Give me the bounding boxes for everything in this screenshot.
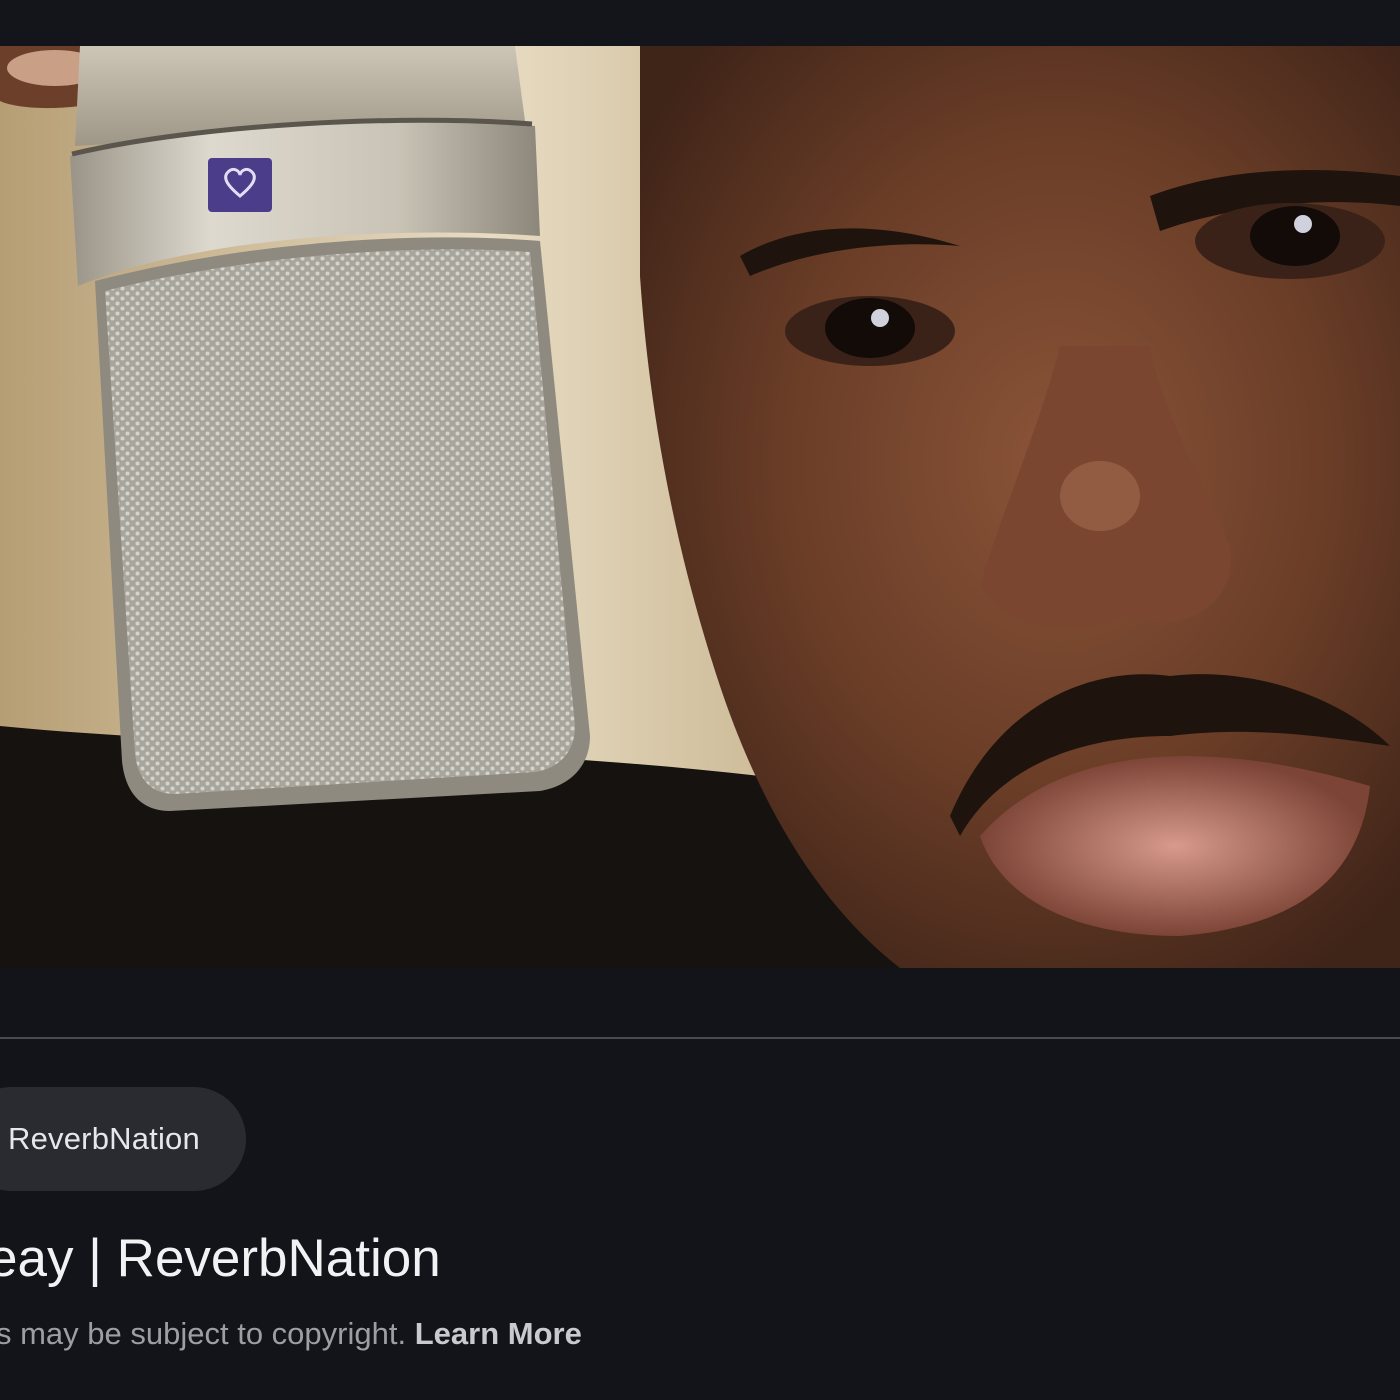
source-chip[interactable]: ReverbNation	[0, 1087, 246, 1191]
top-bar	[0, 0, 1400, 46]
source-name: ReverbNation	[8, 1121, 200, 1156]
copyright-notice: s may be subject to copyright. Learn Mor…	[0, 1316, 582, 1352]
learn-more-link[interactable]: Learn More	[415, 1316, 582, 1351]
copyright-text: s may be subject to copyright.	[0, 1316, 407, 1351]
preview-image[interactable]	[0, 46, 1400, 968]
result-title[interactable]: eay | ReverbNation	[0, 1228, 441, 1289]
section-divider	[0, 1037, 1400, 1039]
